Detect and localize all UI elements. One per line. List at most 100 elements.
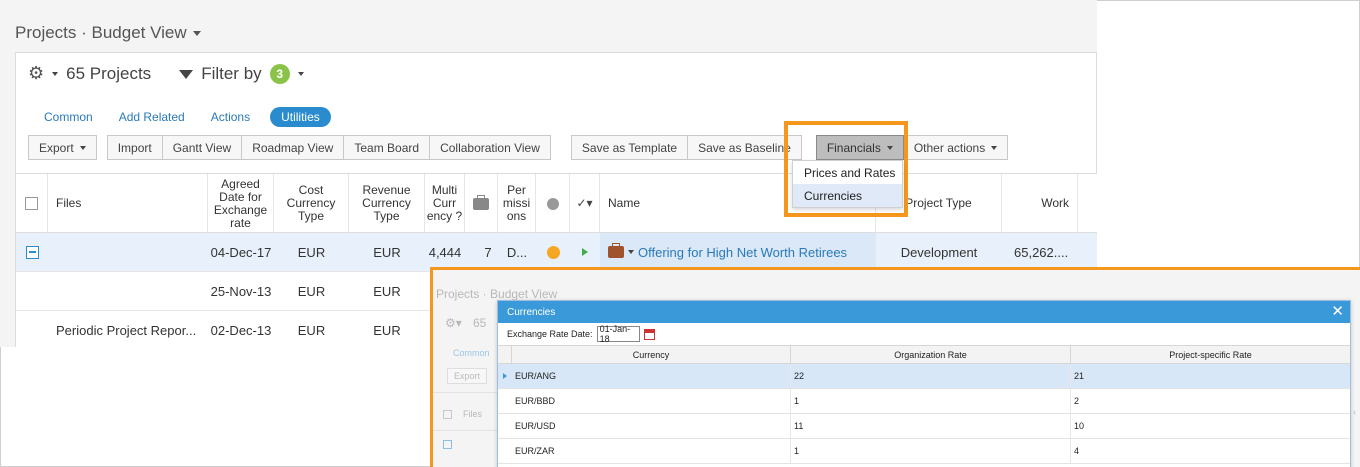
- cell-play: [570, 233, 600, 271]
- cell-multi-currency: 4,444: [428, 244, 462, 260]
- save-as-template-button[interactable]: Save as Template: [570, 135, 689, 160]
- col-revenue-currency[interactable]: Revenue Currency Type: [349, 174, 425, 233]
- cell-cost-currency: EUR: [297, 322, 326, 338]
- cell-revenue-currency: EUR: [373, 283, 401, 299]
- col-type-icon[interactable]: [465, 174, 498, 233]
- cell-currency: EUR/BBD: [512, 389, 791, 413]
- ghost-count: 65: [473, 316, 487, 330]
- ghost-checkbox: [443, 410, 452, 419]
- cell-count: 7: [484, 244, 492, 260]
- filter-count-badge: 3: [269, 63, 290, 84]
- panel-toolbar: ⚙ 65 Projects Filter by 3: [28, 63, 304, 84]
- tab-actions[interactable]: Actions: [205, 107, 256, 127]
- gantt-view-button[interactable]: Gantt View: [162, 135, 243, 160]
- ghost-files: Files: [463, 409, 483, 419]
- currency-row[interactable]: EUR/ZAR 1 4: [498, 439, 1350, 464]
- cell-organization-rate: 1: [791, 389, 1071, 413]
- cell-name[interactable]: Offering for High Net Worth Retirees: [600, 233, 876, 271]
- col-cost-currency[interactable]: Cost Currency Type: [274, 174, 349, 233]
- currency-row[interactable]: EUR/USD 11 10: [498, 414, 1350, 439]
- other-actions-button[interactable]: Other actions: [903, 135, 1009, 160]
- chevron-down-icon: [991, 145, 998, 150]
- ghost-gear-icon: ⚙▾: [445, 316, 462, 330]
- col-multi-currency[interactable]: Multi Curr ency ?: [425, 174, 465, 233]
- cell-project-rate[interactable]: 2: [1071, 389, 1350, 413]
- cell-date: 04-Dec-17: [210, 244, 272, 260]
- currency-row[interactable]: EUR/BBD 1 2: [498, 389, 1350, 414]
- cell-files: [48, 272, 208, 310]
- cell-files[interactable]: Periodic Project Repor...: [48, 311, 208, 347]
- cell-date: 25-Nov-13: [210, 283, 272, 299]
- col-agreed-date[interactable]: Agreed Date for Exchange rate: [208, 174, 274, 233]
- exchange-rate-bar: Exchange Rate Date: 01-Jan-18: [498, 323, 1350, 345]
- cell-status: [536, 233, 570, 271]
- col-permissions[interactable]: Per missi ons: [498, 174, 536, 233]
- breadcrumb[interactable]: Projects · Budget View: [15, 23, 201, 43]
- ghost-breadcrumb: Projects · Budget View: [436, 287, 558, 301]
- cell-project-rate[interactable]: 10: [1071, 414, 1350, 438]
- collapse-icon[interactable]: [25, 245, 39, 259]
- calendar-icon[interactable]: [643, 328, 655, 340]
- col-checkmark[interactable]: ✓▾: [570, 174, 600, 233]
- play-icon[interactable]: [582, 248, 588, 256]
- cell-organization-rate: 11: [791, 414, 1071, 438]
- chevron-down-icon[interactable]: [628, 250, 634, 254]
- chevron-down-icon[interactable]: [52, 71, 59, 76]
- currencies-dialog: Currencies ✕ Exchange Rate Date: 01-Jan-…: [497, 300, 1351, 467]
- cell-permissions: D...: [506, 244, 528, 260]
- briefcase-icon: [608, 243, 624, 258]
- close-icon[interactable]: ✕: [1331, 303, 1344, 320]
- cell-currency: EUR/ZAR: [512, 439, 791, 463]
- filter-label[interactable]: Filter by: [201, 64, 261, 84]
- menu-item-prices-and-rates[interactable]: Prices and Rates: [793, 161, 902, 184]
- currency-row[interactable]: EUR/ANG 22 21: [498, 364, 1350, 389]
- col-files[interactable]: Files: [48, 174, 208, 233]
- col-status[interactable]: [536, 174, 570, 233]
- menu-item-currencies[interactable]: Currencies: [793, 184, 902, 207]
- cell-organization-rate: 22: [791, 364, 1071, 388]
- row-collapse-cell: [24, 233, 40, 271]
- col-organization-rate[interactable]: Organization Rate: [791, 346, 1071, 363]
- import-button[interactable]: Import: [106, 135, 163, 160]
- currencies-zoom-callout: Projects · Budget View ⚙▾ 65 Common Expo…: [430, 267, 1360, 467]
- chevron-down-icon[interactable]: [297, 71, 304, 76]
- filter-icon[interactable]: [179, 70, 194, 79]
- col-work[interactable]: Work: [1002, 174, 1078, 233]
- select-all-cell: [16, 174, 48, 233]
- project-count: 65 Projects: [66, 63, 152, 83]
- cell-files: [48, 233, 208, 271]
- status-dot-icon: [546, 245, 560, 259]
- cell-currency: EUR/ANG: [512, 364, 791, 388]
- collaboration-view-button[interactable]: Collaboration View: [430, 135, 551, 160]
- team-board-button[interactable]: Team Board: [344, 135, 431, 160]
- roadmap-view-button[interactable]: Roadmap View: [242, 135, 345, 160]
- ghost-scroll-mark: ‹: [1353, 407, 1356, 417]
- save-group: Save as Template Save as Baseline: [570, 135, 802, 160]
- cell-project-rate[interactable]: 21: [1071, 364, 1350, 388]
- grid-header: Files Agreed Date for Exchange rate Cost…: [16, 173, 1097, 233]
- tab-add-related[interactable]: Add Related: [113, 107, 191, 127]
- select-all-checkbox[interactable]: [25, 197, 38, 210]
- dialog-title: Currencies: [507, 306, 556, 318]
- cell-revenue-currency: EUR: [373, 322, 401, 338]
- check-filter-icon: ✓▾: [576, 196, 593, 210]
- briefcase-icon: [473, 194, 489, 210]
- export-button[interactable]: Export: [28, 135, 97, 160]
- chevron-down-icon[interactable]: [192, 30, 201, 36]
- exchange-rate-date-input[interactable]: 01-Jan-18: [596, 324, 640, 344]
- cell-project-type: Development: [900, 244, 978, 260]
- dialog-title-bar: Currencies ✕: [498, 301, 1350, 323]
- col-project-specific-rate[interactable]: Project-specific Rate: [1071, 346, 1350, 363]
- col-currency[interactable]: Currency: [512, 346, 791, 363]
- ghost-divider: [433, 392, 497, 393]
- tab-common[interactable]: Common: [38, 107, 99, 127]
- project-name-link[interactable]: Offering for High Net Worth Retirees: [638, 245, 847, 260]
- cell-project-rate[interactable]: 4: [1071, 439, 1350, 463]
- gear-icon[interactable]: ⚙: [28, 63, 44, 84]
- cell-currency: EUR/USD: [512, 414, 791, 438]
- tab-utilities[interactable]: Utilities: [270, 107, 331, 127]
- row-marker: [498, 439, 512, 463]
- cell-cost-currency: EUR: [297, 283, 326, 299]
- ghost-tab-common: Common: [453, 348, 490, 358]
- cell-revenue-currency: EUR: [373, 244, 401, 260]
